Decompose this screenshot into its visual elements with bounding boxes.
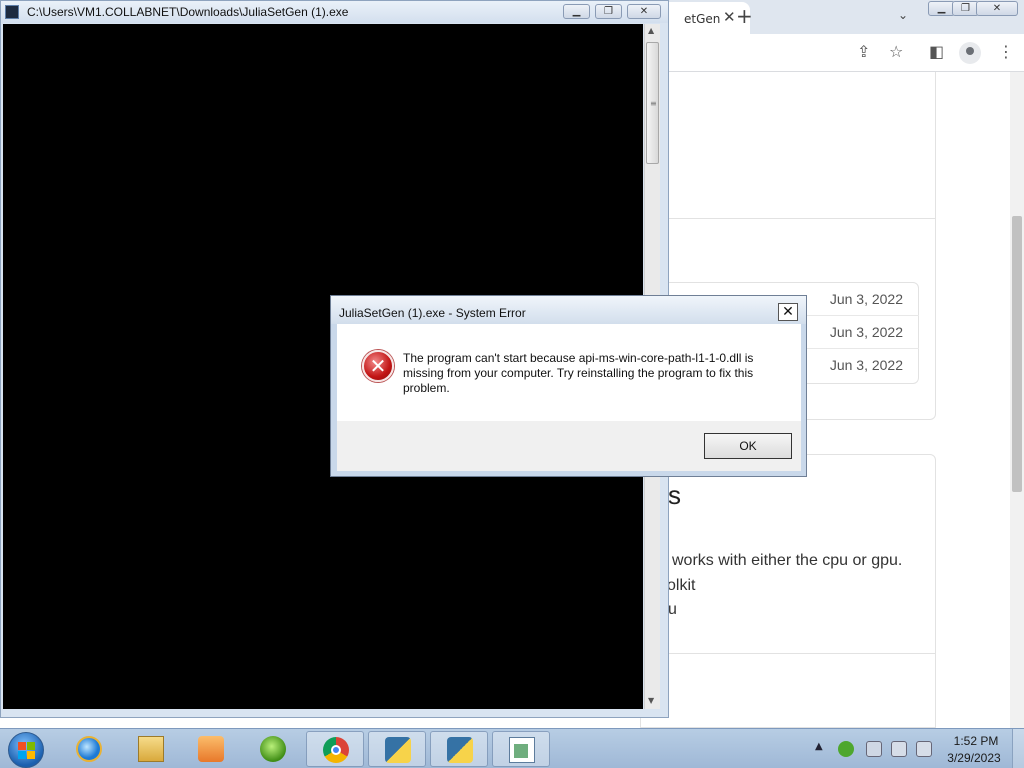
media-player-icon: [198, 736, 224, 762]
taskbar-file-explorer[interactable]: [122, 731, 180, 767]
dialog-titlebar[interactable]: JuliaSetGen (1).exe - System Error ✕: [331, 296, 806, 324]
show-hidden-icons-arrow-icon[interactable]: ▲: [815, 741, 823, 752]
windows-logo-icon: [260, 736, 286, 762]
clock-time[interactable]: 1:52 PM: [948, 734, 1004, 748]
dialog-close-button[interactable]: ✕: [778, 303, 798, 321]
chrome-center: [331, 745, 341, 755]
taskbar: ▲ 1:52 PM 3/29/2023: [0, 728, 1024, 768]
scrollbar-thumb[interactable]: ≡: [646, 42, 659, 164]
new-tab-button[interactable]: +: [736, 4, 753, 28]
console-titlebar[interactable]: C:\Users\VM1.COLLABNET\Downloads\JuliaSe…: [1, 1, 668, 23]
windows-logo-red: [18, 742, 26, 750]
taskbar-internet-explorer[interactable]: [60, 731, 118, 767]
browser-menu-icon[interactable]: ⋮: [998, 42, 1014, 61]
internet-explorer-icon: [76, 736, 102, 762]
windows-logo-green: [27, 742, 35, 750]
console-close-button[interactable]: ✕: [627, 4, 661, 19]
scroll-down-arrow-icon[interactable]: ▼: [648, 696, 654, 705]
console-minimize-button[interactable]: ▁: [563, 4, 590, 19]
action-center-icon[interactable]: [866, 741, 882, 757]
share-icon[interactable]: ⇪: [857, 42, 870, 61]
taskbar-windows-app[interactable]: [244, 731, 302, 767]
body-text-line: olkit: [667, 577, 696, 594]
taskbar-python-console[interactable]: [430, 731, 488, 767]
body-text-line: works with either the cpu or gpu.: [672, 552, 903, 569]
network-status-icon[interactable]: [838, 741, 854, 757]
bookmark-star-icon[interactable]: ☆: [889, 42, 903, 61]
browser-toolbar: ⇪ ☆ ◧ ⋮: [640, 34, 1024, 72]
scroll-up-arrow-icon[interactable]: ▲: [648, 26, 654, 35]
profile-avatar-icon[interactable]: [959, 42, 981, 64]
divider: [641, 653, 936, 654]
side-panel-icon[interactable]: ◧: [929, 42, 944, 61]
ok-button[interactable]: OK: [704, 433, 792, 459]
tab-search-chevron-icon[interactable]: ⌄: [898, 8, 908, 22]
console-title: C:\Users\VM1.COLLABNET\Downloads\JuliaSe…: [27, 5, 349, 19]
folder-icon: [138, 736, 164, 762]
browser-tab-strip: etGen ✕ + ⌄ ▁ ❐ ✕: [640, 0, 1024, 34]
grip-icon: ≡: [650, 99, 657, 108]
taskbar-chrome[interactable]: [306, 731, 364, 767]
browser-restore-button[interactable]: ❐: [952, 1, 979, 16]
section-heading: s: [668, 480, 681, 510]
windows-logo-yellow: [27, 751, 35, 759]
taskbar-media-player[interactable]: [182, 731, 240, 767]
error-message: The program can't start because api-ms-w…: [403, 351, 754, 395]
taskbar-python[interactable]: [368, 731, 426, 767]
notepad-icon: [509, 737, 535, 763]
console-app-icon: [5, 5, 19, 19]
windows-logo-blue: [18, 751, 26, 759]
start-button[interactable]: [8, 732, 44, 768]
network-icon[interactable]: [891, 741, 907, 757]
python-icon: [447, 737, 473, 763]
system-error-dialog: JuliaSetGen (1).exe - System Error ✕ ✕ T…: [330, 295, 807, 477]
volume-muted-icon[interactable]: [916, 741, 932, 757]
python-icon: [385, 737, 411, 763]
notepad-graphic: [514, 744, 528, 758]
show-desktop-button[interactable]: [1012, 729, 1024, 768]
scrollbar-thumb[interactable]: [1012, 216, 1022, 492]
page-scrollbar[interactable]: [1010, 72, 1024, 728]
console-restore-button[interactable]: ❐: [595, 4, 622, 19]
dialog-title: JuliaSetGen (1).exe - System Error: [339, 306, 526, 320]
chrome-icon: [323, 737, 349, 763]
dialog-content: ✕ The program can't start because api-ms…: [337, 324, 801, 421]
tab-close-icon[interactable]: ✕: [723, 8, 736, 26]
clock-date[interactable]: 3/29/2023: [944, 751, 1004, 765]
browser-close-button[interactable]: ✕: [976, 1, 1018, 16]
body-text-line: u: [668, 601, 677, 618]
browser-minimize-button[interactable]: ▁: [928, 1, 955, 16]
error-icon: ✕: [362, 350, 394, 382]
taskbar-notepad[interactable]: [492, 731, 550, 767]
tab-title: etGen: [684, 12, 721, 26]
dialog-footer: OK: [337, 421, 801, 471]
divider: [640, 218, 935, 219]
